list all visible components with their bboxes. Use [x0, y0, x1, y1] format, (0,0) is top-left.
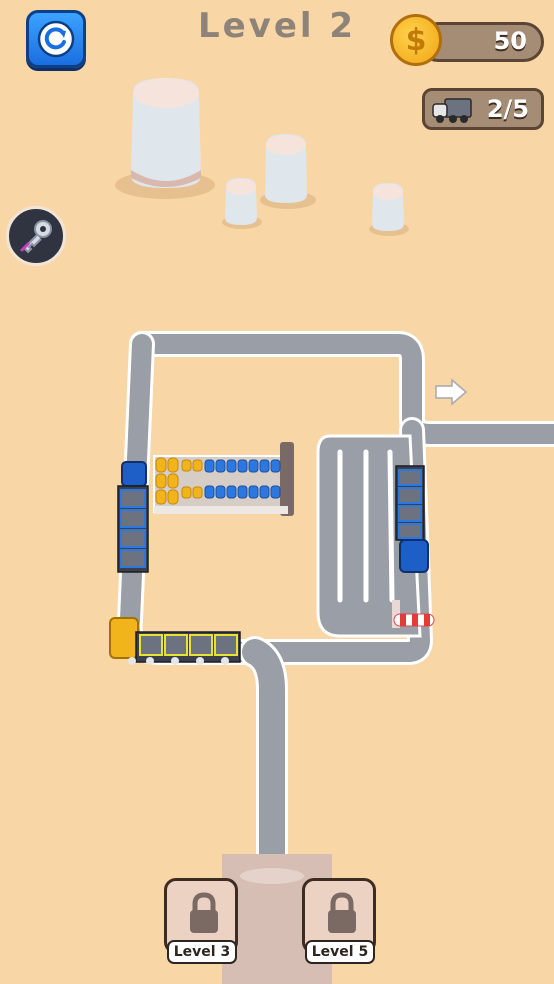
yellow-truck[interactable] [109, 617, 241, 665]
cargo-station [153, 442, 294, 516]
coin-icon: $ [390, 14, 442, 66]
blue-truck-right[interactable] [395, 465, 429, 573]
key-tool-button[interactable] [6, 206, 66, 266]
truck-counter: 2/5 [422, 88, 544, 130]
coin-count: 50 [493, 27, 527, 55]
silos [115, 78, 409, 236]
exit-arrow-icon [435, 378, 468, 406]
blue-truck-left[interactable] [117, 461, 149, 573]
lock-icon [190, 892, 218, 933]
key-icon [20, 220, 52, 254]
lock-icon [328, 892, 356, 933]
locked-level-5-label: Level 5 [305, 940, 375, 964]
truck-count: 2/5 [486, 95, 529, 123]
game-scene [109, 78, 554, 984]
locked-level-3-label: Level 3 [167, 940, 237, 964]
truck-icon [432, 98, 472, 123]
